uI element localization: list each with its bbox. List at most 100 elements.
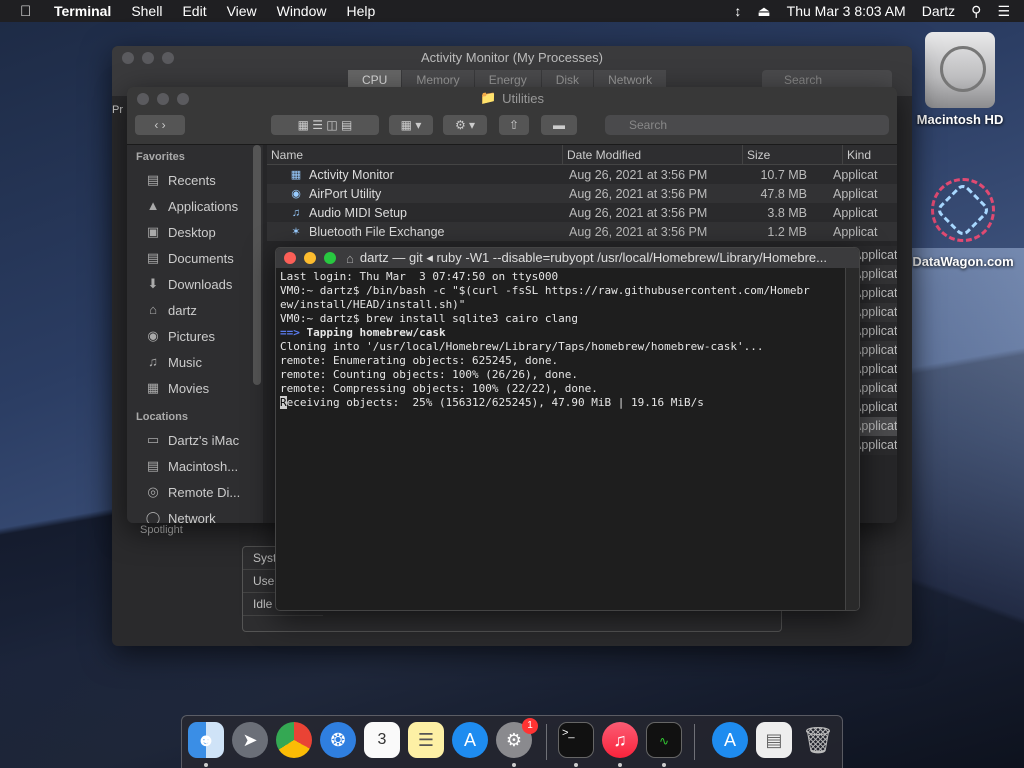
menu-user[interactable]: Dartz: [922, 3, 955, 19]
menu-bar:  Terminal Shell Edit View Window Help ↕…: [0, 0, 1024, 22]
column-kind[interactable]: Kind: [843, 145, 875, 164]
sidebar-item-music[interactable]: ♫ Music: [127, 349, 263, 375]
terminal-line: VM0:~ dartz$ /bin/bash -c "$(curl -fsSL …: [280, 284, 810, 297]
sidebar-item-macintosh-hd[interactable]: ▤ Macintosh...: [127, 453, 263, 479]
updown-arrow-icon[interactable]: ↕: [734, 3, 741, 19]
finder-search-input[interactable]: Search: [605, 115, 889, 135]
file-row[interactable]: ◉ AirPort Utility Aug 26, 2021 at 3:56 PM…: [267, 184, 897, 203]
music-icon[interactable]: ♫: [602, 722, 638, 758]
column-date-modified[interactable]: Date Modified: [563, 145, 743, 164]
downloads-stack-icon[interactable]: ▤: [756, 722, 792, 758]
file-row[interactable]: ♫ Audio MIDI Setup Aug 26, 2021 at 3:56 P…: [267, 203, 897, 222]
column-name[interactable]: Name: [267, 145, 563, 164]
finder-icon[interactable]: ☻: [188, 722, 224, 758]
finder-sidebar: Favorites ▤ Recents ▲ Applications ▣ Deskto…: [127, 145, 263, 523]
desktop-icon-label: DataWagon.com: [912, 254, 1014, 269]
zoom-button[interactable]: [324, 252, 336, 264]
menu-app-terminal[interactable]: Terminal: [54, 3, 111, 19]
chrome-icon[interactable]: [276, 722, 312, 758]
window-title: dartz — git ◂ ruby -W1 --disable=rubyopt…: [359, 250, 827, 265]
terminal-window: ⌂ dartz — git ◂ ruby -W1 --disable=rubyo…: [275, 247, 860, 611]
terminal-scrollbar[interactable]: [845, 268, 859, 610]
zoom-button[interactable]: [162, 52, 174, 64]
sidebar-header-locations: Locations: [136, 411, 188, 423]
sidebar-item-imac[interactable]: ▭ Dartz's iMac: [127, 427, 263, 453]
menu-window[interactable]: Window: [277, 3, 327, 19]
terminal-output[interactable]: Last login: Thu Mar 3 07:47:50 on ttys00…: [280, 270, 842, 610]
desktop-datawagon[interactable]: DataWagon.com: [908, 170, 1018, 269]
menu-clock[interactable]: Thu Mar 3 8:03 AM: [787, 3, 906, 19]
app-store-icon[interactable]: A: [452, 722, 488, 758]
group-button[interactable]: ▦ ▾: [389, 115, 433, 135]
running-indicator: [618, 763, 622, 767]
window-title: Utilities: [502, 90, 545, 106]
activity-monitor-icon[interactable]: ∿: [646, 722, 682, 758]
sidebar-item-network[interactable]: ◯ Network: [127, 505, 263, 523]
sidebar-item-desktop[interactable]: ▣ Desktop: [127, 219, 263, 245]
terminal-line: remote: Enumerating objects: 625245, don…: [280, 354, 559, 367]
column-size[interactable]: Size: [743, 145, 843, 164]
close-button[interactable]: [122, 52, 134, 64]
zoom-button[interactable]: [177, 93, 189, 105]
minimize-button[interactable]: [304, 252, 316, 264]
calendar-icon[interactable]: 3: [364, 722, 400, 758]
view-mode-buttons[interactable]: ▦ ☰ ◫ ▤: [271, 115, 379, 135]
finder-titlebar[interactable]: 📁 Utilities: [127, 87, 897, 109]
sidebar-header-favorites: Favorites: [136, 151, 185, 163]
sidebar-item-remote-disc[interactable]: ◎ Remote Di...: [127, 479, 263, 505]
minimize-button[interactable]: [142, 52, 154, 64]
menu-view[interactable]: View: [227, 3, 257, 19]
movies-icon: ▦: [146, 380, 160, 395]
launchpad-icon[interactable]: ➤: [232, 722, 268, 758]
airport-utility-icon: ◉: [291, 188, 301, 200]
dock: ☻ ➤ ❂ 3 ☰ A ⚙ 1 >_ ♫ ∿ A ▤ 🗑: [181, 715, 843, 768]
sidebar-item-documents[interactable]: ▤ Documents: [127, 245, 263, 271]
bluetooth-icon: ✶: [291, 226, 301, 238]
terminal-line: Last login: Thu Mar 3 07:47:50 on ttys00…: [280, 270, 559, 283]
am-spotlight-label: Spotlight: [140, 524, 183, 536]
pictures-icon: ◉: [147, 328, 159, 343]
action-gear-icon[interactable]: ⚙ ▾: [443, 115, 487, 135]
sidebar-item-downloads[interactable]: ⬇ Downloads: [127, 271, 263, 297]
eject-icon[interactable]: ⏏: [757, 3, 770, 20]
terminal-cursor: R: [280, 396, 287, 409]
back-forward-buttons[interactable]: ‹ ›: [135, 115, 185, 135]
terminal-icon[interactable]: >_: [558, 722, 594, 758]
sidebar-scrollbar[interactable]: [253, 145, 261, 385]
terminal-line: VM0:~ dartz$ brew install sqlite3 cairo …: [280, 312, 579, 325]
sidebar-item-applications[interactable]: ▲ Applications: [127, 193, 263, 219]
menu-edit[interactable]: Edit: [182, 3, 206, 19]
apple-menu-icon[interactable]: : [20, 3, 38, 20]
system-preferences-icon[interactable]: ⚙ 1: [496, 718, 538, 758]
menu-help[interactable]: Help: [346, 3, 375, 19]
close-button[interactable]: [284, 252, 296, 264]
recents-icon: ▤: [146, 172, 160, 187]
disk-icon: ▤: [146, 458, 160, 473]
tag-icon[interactable]: ▬: [541, 115, 577, 135]
sidebar-item-movies[interactable]: ▦ Movies: [127, 375, 263, 401]
trash-icon[interactable]: 🗑: [800, 722, 836, 758]
home-icon: ⌂: [149, 302, 157, 317]
safari-icon[interactable]: ❂: [320, 722, 356, 758]
notification-center-icon[interactable]: ☰: [997, 3, 1010, 20]
sidebar-item-recents[interactable]: ▤ Recents: [127, 167, 263, 193]
am-titlebar[interactable]: Activity Monitor (My Processes): [112, 46, 912, 68]
documents-icon: ▤: [146, 250, 160, 265]
downloads-icon: ⬇: [147, 276, 159, 291]
dock-separator: [546, 724, 547, 760]
notification-badge: 1: [522, 718, 538, 734]
close-button[interactable]: [137, 93, 149, 105]
notes-icon[interactable]: ☰: [408, 722, 444, 758]
minimize-button[interactable]: [157, 93, 169, 105]
sidebar-item-home[interactable]: ⌂ dartz: [127, 297, 263, 323]
applications-folder-icon[interactable]: A: [712, 722, 748, 758]
menu-shell[interactable]: Shell: [131, 3, 162, 19]
share-icon[interactable]: ⇧: [499, 115, 529, 135]
running-indicator: [662, 763, 666, 767]
terminal-titlebar[interactable]: ⌂ dartz — git ◂ ruby -W1 --disable=rubyo…: [276, 248, 859, 268]
sidebar-item-pictures[interactable]: ◉ Pictures: [127, 323, 263, 349]
spotlight-search-icon[interactable]: ⚲: [971, 3, 981, 20]
file-row[interactable]: ✶ Bluetooth File Exchange Aug 26, 2021 at…: [267, 222, 897, 241]
desktop-macintosh-hd[interactable]: Macintosh HD: [912, 32, 1008, 127]
file-row[interactable]: ▦ Activity Monitor Aug 26, 2021 at 3:56 P…: [267, 165, 897, 184]
